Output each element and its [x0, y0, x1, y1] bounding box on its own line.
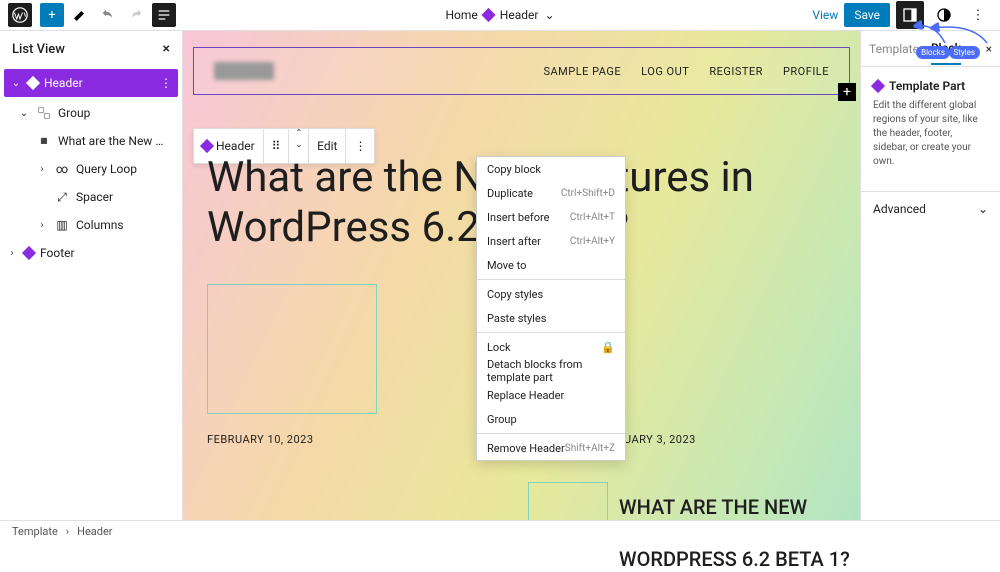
menu-lock[interactable]: Lock🔒 — [477, 335, 625, 359]
document-title[interactable]: Home Header ⌄ — [445, 8, 554, 22]
lock-icon: 🔒 — [601, 341, 615, 354]
image-placeholder — [207, 284, 377, 414]
header-label: Header — [500, 8, 539, 22]
block-card-title: Template Part — [873, 79, 988, 93]
menu-duplicate[interactable]: DuplicateCtrl+Shift+D — [477, 181, 625, 205]
nav-link[interactable]: LOG OUT — [641, 65, 689, 78]
post-icon: ◾ — [36, 134, 52, 148]
view-button[interactable]: View — [812, 8, 838, 22]
breadcrumb: Template › Header — [0, 520, 1000, 542]
menu-move-to[interactable]: Move to — [477, 253, 625, 277]
item-options-icon[interactable]: ⋮ — [160, 76, 172, 90]
edit-tool-button[interactable] — [68, 3, 92, 27]
menu-insert-after[interactable]: Insert afterCtrl+Alt+Y — [477, 229, 625, 253]
group-icon — [36, 106, 52, 120]
columns-icon: ▥ — [54, 218, 70, 232]
breadcrumb-item[interactable]: Template — [12, 525, 58, 538]
chevron-down-icon: ⌄ — [544, 8, 554, 22]
editor-canvas[interactable]: SAMPLE PAGE LOG OUT REGISTER PROFILE + H… — [183, 31, 860, 542]
tree-item-spacer[interactable]: ⤢ Spacer — [0, 183, 182, 211]
template-part-icon — [200, 139, 214, 153]
tree-item-query-loop[interactable]: › ∞ Query Loop — [0, 155, 182, 183]
annotation-arrow — [910, 18, 950, 48]
breadcrumb-item[interactable]: Header — [77, 525, 112, 538]
block-card-description: Edit the different global regions of you… — [873, 99, 988, 169]
menu-replace[interactable]: Replace Header — [477, 383, 625, 407]
menu-copy-block[interactable]: Copy block — [477, 157, 625, 181]
tree-item-columns[interactable]: › ▥ Columns — [0, 211, 182, 239]
menu-remove[interactable]: Remove HeaderShift+Alt+Z — [477, 436, 625, 460]
list-view-title: List View — [12, 42, 65, 57]
chevron-down-icon: ⌄ — [18, 108, 30, 119]
top-toolbar: + Home Header ⌄ View Save ⋮ — [0, 0, 1000, 31]
header-navigation: SAMPLE PAGE LOG OUT REGISTER PROFILE — [543, 65, 829, 78]
menu-paste-styles[interactable]: Paste styles — [477, 306, 625, 330]
site-logo-placeholder — [214, 62, 274, 80]
save-button[interactable]: Save — [844, 3, 890, 27]
home-label: Home — [445, 8, 477, 22]
chevron-down-icon: ⌄ — [10, 78, 22, 89]
list-view-panel: List View × ⌄ Header ⋮ ⌄ Group ◾ What ar… — [0, 31, 183, 542]
undo-button[interactable] — [96, 3, 120, 27]
move-down-icon[interactable]: ⌄ — [295, 141, 302, 149]
append-block-button[interactable]: + — [838, 83, 856, 101]
chevron-right-icon: › — [6, 248, 18, 259]
chevron-down-icon: ⌄ — [978, 202, 988, 216]
annotation-badge-blocks: Blocks — [916, 46, 950, 59]
template-part-icon — [22, 246, 36, 260]
header-block[interactable]: SAMPLE PAGE LOG OUT REGISTER PROFILE — [193, 47, 850, 95]
add-block-button[interactable]: + — [40, 3, 64, 27]
nav-link[interactable]: SAMPLE PAGE — [543, 65, 621, 78]
menu-insert-before[interactable]: Insert beforeCtrl+Alt+T — [477, 205, 625, 229]
post-date: FEBRUARY 10, 2023 — [207, 433, 314, 446]
wp-logo[interactable] — [8, 3, 32, 27]
spacer-icon: ⤢ — [54, 190, 70, 205]
inspector-panel: Template Block × Template Part Edit the … — [860, 31, 1000, 542]
move-up-icon[interactable]: ⌃ — [295, 129, 302, 137]
close-list-view-button[interactable]: × — [163, 41, 170, 57]
menu-group[interactable]: Group — [477, 407, 625, 431]
template-part-icon — [482, 8, 496, 22]
advanced-panel-toggle[interactable]: Advanced ⌄ — [861, 191, 1000, 226]
nav-link[interactable]: PROFILE — [783, 65, 829, 78]
tree-item-post[interactable]: ◾ What are the New Features in Word... — [0, 127, 182, 155]
tree-item-footer[interactable]: › Footer — [0, 239, 182, 267]
annotation-badge-styles: Styles — [949, 46, 980, 59]
tree-item-group[interactable]: ⌄ Group — [0, 99, 182, 127]
chevron-right-icon: › — [36, 220, 48, 231]
block-context-menu: Copy block DuplicateCtrl+Shift+D Insert … — [476, 156, 626, 461]
list-view-button[interactable] — [152, 3, 176, 27]
template-part-icon — [26, 76, 40, 90]
menu-copy-styles[interactable]: Copy styles — [477, 282, 625, 306]
menu-detach[interactable]: Detach blocks from template part — [477, 359, 625, 383]
tree-item-header[interactable]: ⌄ Header ⋮ — [4, 69, 178, 97]
redo-button[interactable] — [124, 3, 148, 27]
chevron-right-icon: › — [66, 525, 69, 538]
chevron-right-icon: › — [36, 164, 48, 175]
nav-link[interactable]: REGISTER — [709, 65, 763, 78]
loop-icon: ∞ — [54, 162, 70, 176]
template-part-icon — [871, 79, 885, 93]
